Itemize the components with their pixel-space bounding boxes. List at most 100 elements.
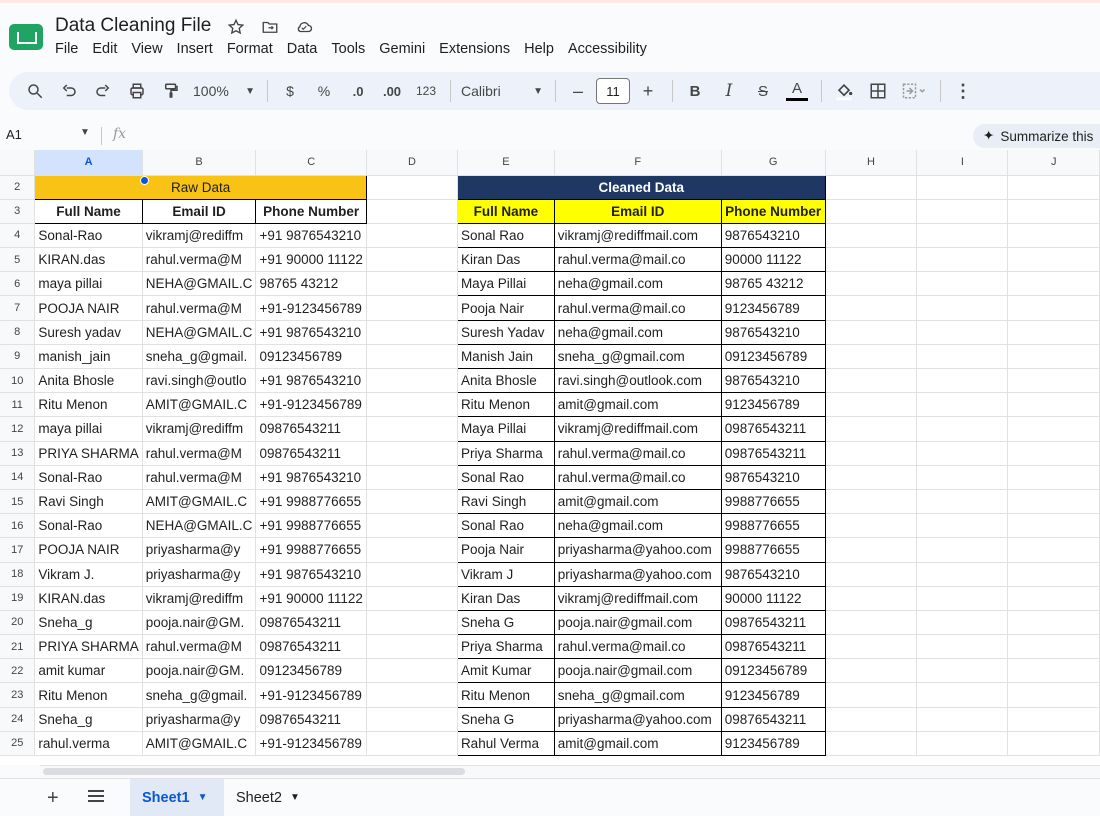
column-header-f[interactable]: F	[554, 150, 722, 176]
menu-edit[interactable]: Edit	[92, 40, 117, 58]
cloud-saved-icon[interactable]	[293, 16, 315, 38]
raw-full-name-cell[interactable]: KIRAN.das	[34, 586, 143, 611]
cell[interactable]	[366, 416, 458, 442]
cell[interactable]	[1007, 658, 1100, 684]
cell[interactable]	[366, 513, 458, 539]
raw-phone-cell[interactable]: 09876543211	[255, 441, 367, 466]
borders-icon[interactable]	[866, 77, 890, 105]
cell[interactable]	[366, 489, 458, 515]
clean-email-cell[interactable]: vikramj@rediffmail.com	[553, 222, 722, 249]
cell[interactable]	[1007, 707, 1100, 732]
clean-phone-cell[interactable]: 09123456789	[720, 658, 826, 684]
clean-full-name-cell[interactable]: Suresh Yadav	[456, 319, 555, 345]
cell[interactable]	[366, 465, 458, 490]
raw-full-name-cell[interactable]: Sonal-Rao	[34, 513, 143, 539]
move-folder-icon[interactable]	[259, 16, 281, 38]
cell[interactable]	[916, 344, 1009, 370]
cell[interactable]	[366, 537, 458, 563]
clean-full-name-cell[interactable]: Sonal Rao	[456, 222, 555, 249]
strikethrough-button[interactable]: S	[751, 77, 775, 105]
raw-phone-cell[interactable]: 09876543211	[255, 634, 367, 660]
cell[interactable]	[366, 271, 458, 297]
paint-format-icon[interactable]	[159, 77, 183, 105]
cell[interactable]	[825, 731, 918, 757]
clean-phone-cell[interactable]: 98765 43212	[720, 271, 826, 297]
menu-format[interactable]: Format	[227, 40, 273, 58]
row-number[interactable]: 10	[0, 368, 36, 394]
clean-full-name-cell[interactable]: Ritu Menon	[456, 392, 555, 418]
clean-email-cell[interactable]: priyasharma@yahoo.com	[553, 561, 722, 587]
font-select[interactable]: Calibri ▼	[461, 77, 543, 105]
increase-font-size-button[interactable]: +	[636, 77, 660, 105]
print-icon[interactable]	[125, 77, 149, 105]
cell[interactable]	[916, 682, 1009, 708]
document-title[interactable]: Data Cleaning File	[55, 15, 211, 37]
cell[interactable]	[1007, 465, 1100, 490]
cell[interactable]	[366, 707, 458, 732]
row-number[interactable]: 23	[0, 682, 36, 708]
row-number[interactable]: 11	[0, 392, 36, 418]
cell[interactable]	[1007, 586, 1100, 611]
cell[interactable]	[825, 489, 918, 515]
cell[interactable]	[1007, 295, 1100, 321]
cell[interactable]	[916, 320, 1009, 345]
menu-view[interactable]: View	[131, 40, 162, 58]
row-number[interactable]: 15	[0, 489, 36, 515]
cell[interactable]	[1007, 731, 1100, 757]
cell[interactable]	[916, 416, 1009, 442]
clean-full-name-cell[interactable]: Manish Jain	[456, 343, 555, 370]
clean-email-cell[interactable]: amit@gmail.com	[553, 730, 722, 757]
raw-email-cell[interactable]: NEHA@GMAIL.C	[142, 320, 257, 345]
cell[interactable]	[825, 392, 918, 418]
cell[interactable]	[825, 562, 918, 587]
star-icon[interactable]	[225, 16, 247, 38]
cell[interactable]	[825, 271, 918, 297]
row-number[interactable]: 19	[0, 586, 36, 611]
row-number[interactable]: 3	[0, 199, 36, 224]
cell[interactable]	[825, 586, 918, 611]
cell[interactable]	[825, 537, 918, 563]
scrollbar-thumb[interactable]	[43, 768, 465, 775]
decrease-decimal-button[interactable]: .0	[346, 77, 370, 105]
redo-icon[interactable]	[91, 77, 115, 105]
cell[interactable]	[825, 344, 918, 370]
row-number[interactable]: 5	[0, 247, 36, 273]
clean-full-name-cell[interactable]: Anita Bhosle	[456, 367, 555, 394]
cell[interactable]	[825, 465, 918, 490]
raw-data-title-cell[interactable]: Raw Data	[34, 174, 367, 200]
cell[interactable]	[1007, 223, 1100, 249]
cell[interactable]	[825, 247, 918, 273]
cell[interactable]	[825, 682, 918, 708]
more-options-icon[interactable]: ⋮	[951, 77, 975, 105]
raw-email-cell[interactable]: vikramj@rediffm	[142, 223, 257, 249]
clean-phone-cell[interactable]: 09123456789	[720, 343, 826, 370]
cell[interactable]	[1007, 247, 1100, 273]
raw-email-cell[interactable]: vikramj@rediffm	[142, 416, 257, 442]
raw-header-full-name[interactable]: Full Name	[34, 198, 143, 224]
cell[interactable]	[1007, 537, 1100, 563]
raw-phone-cell[interactable]: +91-9123456789	[255, 295, 367, 321]
raw-full-name-cell[interactable]: Vikram J.	[34, 562, 143, 587]
cell[interactable]	[1007, 513, 1100, 539]
row-number[interactable]: 16	[0, 513, 36, 539]
cell[interactable]	[1007, 441, 1100, 466]
column-header-c[interactable]: C	[255, 150, 367, 176]
raw-full-name-cell[interactable]: Sonal-Rao	[34, 465, 143, 490]
cell[interactable]	[1007, 634, 1100, 660]
raw-header-email[interactable]: Email ID	[141, 198, 257, 224]
decrease-font-size-button[interactable]: –	[566, 77, 590, 105]
clean-full-name-cell[interactable]: Kiran Das	[456, 585, 555, 611]
italic-button[interactable]: I	[717, 77, 741, 105]
row-number[interactable]: 21	[0, 634, 36, 660]
row-number[interactable]: 24	[0, 707, 36, 732]
raw-email-cell[interactable]: sneha_g@gmail.	[142, 344, 257, 370]
cell[interactable]	[825, 320, 918, 345]
clean-email-cell[interactable]: sneha_g@gmail.com	[553, 343, 722, 370]
clean-email-cell[interactable]: ravi.singh@outlook.com	[553, 367, 722, 394]
raw-phone-cell[interactable]: +91 9988776655	[255, 513, 367, 539]
clean-full-name-cell[interactable]: Ritu Menon	[456, 682, 555, 708]
row-number[interactable]: 14	[0, 465, 36, 490]
clean-full-name-cell[interactable]: Vikram J	[456, 561, 555, 587]
cell[interactable]	[366, 562, 458, 587]
cell[interactable]	[366, 586, 458, 611]
